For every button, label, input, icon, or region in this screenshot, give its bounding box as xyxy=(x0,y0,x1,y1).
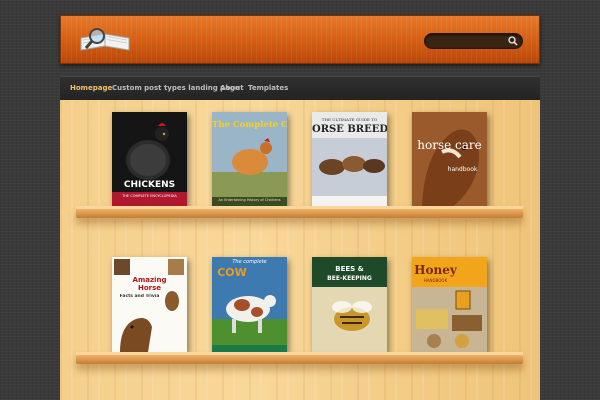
site-header xyxy=(60,15,540,64)
book-amazing-horse-facts[interactable]: Amazing Horse Facts and Trivia xyxy=(112,257,187,352)
nav-item-about[interactable]: About xyxy=(220,84,244,92)
nav-item-templates[interactable]: Templates xyxy=(248,84,288,92)
horse-care-cover-art xyxy=(412,112,487,207)
bookshelf-area: CHICKENS THE COMPLETE ENCYCLOPEDIA The C… xyxy=(60,100,540,400)
book-title: horse care xyxy=(417,138,482,152)
book-horse-care-handbook[interactable]: horse care handbook xyxy=(412,112,487,207)
book-title: Amazing Horse xyxy=(132,276,167,292)
shelf-top xyxy=(76,206,523,218)
book-title: Honey xyxy=(414,263,457,277)
book-complete-chicken[interactable]: The Complete Chicken An Entertaining His… xyxy=(212,112,287,207)
book-subtitle: ORSE BREED xyxy=(312,124,387,135)
main-navigation: Homepage Custom post types landing page … xyxy=(60,76,540,101)
book-title: COW xyxy=(217,266,247,279)
book-subtitle: HANDBOOK xyxy=(423,278,448,283)
book-complete-cow[interactable]: The complete COW xyxy=(212,257,287,352)
amazing-horse-cover-art xyxy=(112,257,187,352)
book-subtitle: The complete xyxy=(232,259,267,265)
book-title: CHICKENS xyxy=(123,180,176,190)
book-title: The Complete Chicken xyxy=(212,120,287,130)
book-honey-handbook[interactable]: Honey HANDBOOK xyxy=(412,257,487,352)
shelf-bottom xyxy=(76,352,523,364)
book-subtitle: THE COMPLETE ENCYCLOPEDIA xyxy=(122,194,177,198)
book-magnifier-logo-icon[interactable] xyxy=(75,24,135,56)
book-bees-beekeeping[interactable]: BEES & BEE-KEEPING xyxy=(312,257,387,352)
search-icon[interactable] xyxy=(507,35,519,47)
book-subtitle: BEE-KEEPING xyxy=(327,275,372,282)
book-ultimate-horse-breeds[interactable]: THE ULTIMATE GUIDE TO ORSE BREED xyxy=(312,112,387,207)
book-subtitle: An Entertaining History of Chickens xyxy=(218,198,281,202)
search-box xyxy=(424,33,523,49)
book-subtitle: Facts and Trivia xyxy=(119,294,160,299)
nav-item-homepage[interactable]: Homepage xyxy=(70,84,112,92)
book-chickens[interactable]: CHICKENS THE COMPLETE ENCYCLOPEDIA xyxy=(112,112,187,207)
book-title: THE ULTIMATE GUIDE TO xyxy=(321,117,378,122)
book-title: BEES & xyxy=(335,265,364,273)
chickens-cover-art xyxy=(112,112,187,207)
search-input[interactable] xyxy=(431,34,501,48)
book-subtitle: handbook xyxy=(447,166,478,173)
